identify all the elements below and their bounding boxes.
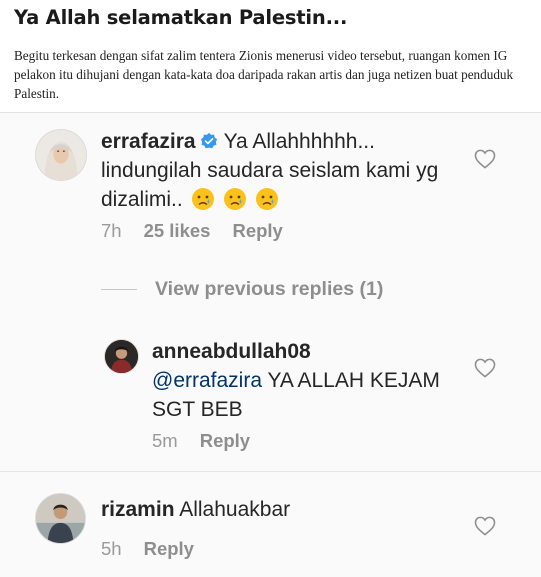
avatar-errafazira[interactable] bbox=[35, 129, 87, 181]
comment-rizamin: rizamin Allahuakbar bbox=[101, 495, 461, 524]
comment-errafazira: errafazira Ya Allahhhhhh... lindungilah s… bbox=[101, 127, 471, 219]
heart-icon[interactable] bbox=[474, 358, 496, 378]
article-headline: Ya Allah selamatkan Palestin... bbox=[14, 6, 348, 29]
heart-icon[interactable] bbox=[474, 516, 496, 536]
heart-icon[interactable] bbox=[474, 149, 496, 169]
mention-link[interactable]: @errafazira bbox=[152, 369, 262, 392]
comment-anneabdullah08: anneabdullah08 @errafazira YA ALLAH KEJA… bbox=[152, 337, 452, 424]
view-previous-replies-label: View previous replies (1) bbox=[155, 278, 384, 300]
crying-face-icon bbox=[223, 188, 246, 210]
comment-divider bbox=[0, 471, 541, 472]
comment-meta-rizamin: 5h Reply bbox=[101, 538, 216, 560]
view-previous-replies-button[interactable]: View previous replies (1) bbox=[101, 278, 383, 301]
verified-badge-icon bbox=[200, 132, 217, 149]
username-errafazira[interactable]: errafazira bbox=[101, 130, 196, 153]
instagram-comments-screenshot: errafazira Ya Allahhhhhh... lindungilah s… bbox=[0, 112, 541, 577]
reply-button[interactable]: Reply bbox=[200, 430, 250, 451]
likes-count[interactable]: 25 likes bbox=[144, 220, 211, 241]
comment-meta-anneabdullah08: 5m Reply bbox=[152, 430, 272, 452]
comment-meta-errafazira: 7h 25 likes Reply bbox=[101, 220, 305, 242]
username-rizamin[interactable]: rizamin bbox=[101, 498, 175, 521]
username-anneabdullah08[interactable]: anneabdullah08 bbox=[152, 340, 311, 363]
avatar-rizamin[interactable] bbox=[35, 493, 86, 544]
comment-time: 7h bbox=[101, 220, 122, 241]
comment-text-rizamin: Allahuakbar bbox=[179, 498, 291, 521]
comment-time: 5h bbox=[101, 538, 122, 559]
crying-face-icon bbox=[255, 188, 278, 210]
emoji-group bbox=[191, 187, 287, 219]
crying-face-icon bbox=[191, 188, 214, 210]
avatar-anneabdullah08[interactable] bbox=[104, 339, 139, 374]
replies-line-divider bbox=[101, 289, 137, 290]
reply-button[interactable]: Reply bbox=[232, 220, 282, 241]
article-paragraph: Begitu terkesan dengan sifat zalim tente… bbox=[14, 48, 514, 101]
comment-time: 5m bbox=[152, 430, 178, 451]
reply-button[interactable]: Reply bbox=[144, 538, 194, 559]
